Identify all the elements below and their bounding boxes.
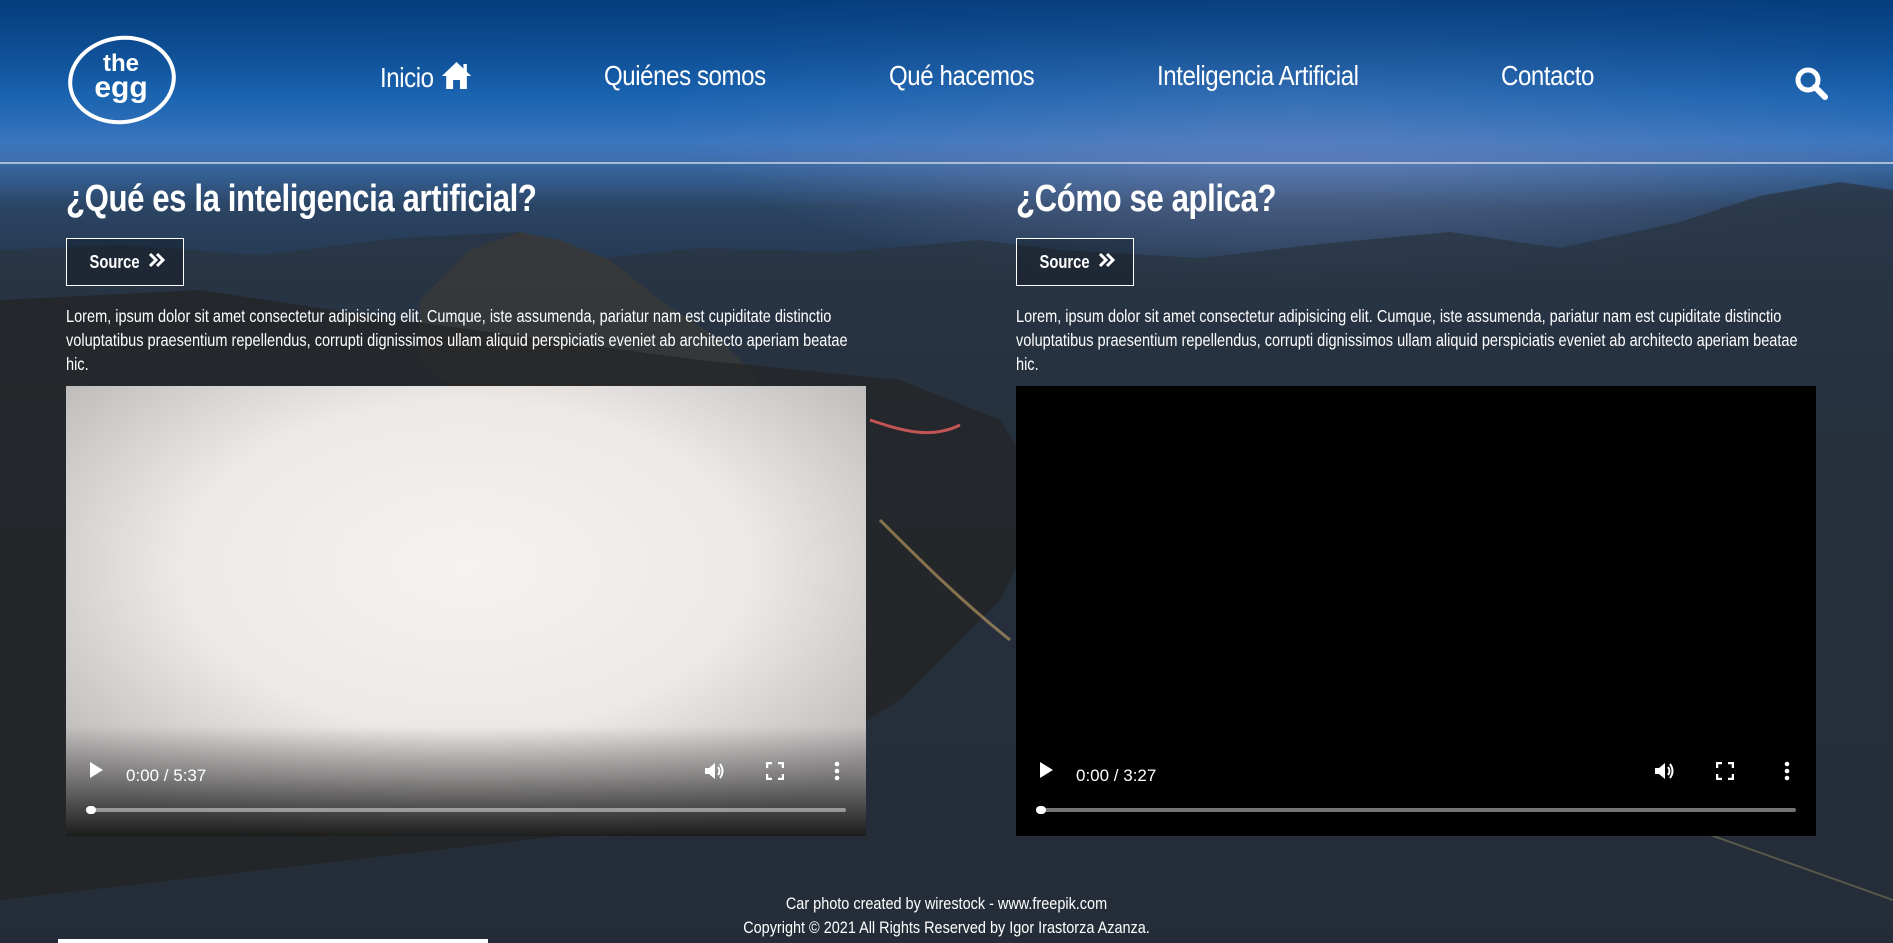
footer-copyright: Copyright © 2021 All Rights Reserved by … <box>743 918 1150 937</box>
nav-item-quienes-somos[interactable]: Quiénes somos <box>604 60 766 92</box>
nav-item-inteligencia-artificial[interactable]: Inteligencia Artificial <box>1157 60 1359 92</box>
volume-icon <box>1655 763 1674 779</box>
nav-item-contacto[interactable]: Contacto <box>1501 60 1594 92</box>
search-button[interactable] <box>1794 66 1828 100</box>
play-icon <box>90 762 103 778</box>
play-icon <box>1040 762 1053 778</box>
play-button[interactable] <box>88 761 104 784</box>
volume-button[interactable] <box>704 761 726 786</box>
section-title: ¿Cómo se aplica? <box>1016 178 1277 220</box>
home-icon <box>441 60 474 97</box>
source-button[interactable]: Source <box>1016 238 1134 286</box>
source-button-label: Source <box>89 251 141 272</box>
section-description: Lorem, ipsum dolor sit amet consectetur … <box>1016 306 1798 374</box>
more-vertical-icon <box>834 761 840 781</box>
video-progress-bar[interactable] <box>86 806 846 814</box>
progress-handle[interactable] <box>1036 806 1046 814</box>
nav-item-que-hacemos[interactable]: Qué hacemos <box>889 60 1035 92</box>
fullscreen-button[interactable] <box>1715 761 1735 785</box>
video-time: 0:00 / 5:37 <box>126 766 207 785</box>
double-chevron-right-icon <box>1098 252 1116 273</box>
logo-text-egg: egg <box>94 71 148 104</box>
more-vertical-icon <box>1784 761 1790 781</box>
play-button[interactable] <box>1038 761 1054 784</box>
video-player[interactable]: 0:00 / 5:37 <box>66 386 866 836</box>
section-description: Lorem, ipsum dolor sit amet consectetur … <box>66 306 848 374</box>
double-chevron-right-icon <box>148 252 166 273</box>
fullscreen-icon <box>1715 761 1735 781</box>
nav-item-label: Inicio <box>380 62 434 93</box>
site-footer: Car photo created by wirestock - www.fre… <box>0 892 1893 940</box>
fullscreen-button[interactable] <box>765 761 785 785</box>
video-progress-bar[interactable] <box>1036 806 1796 814</box>
more-options-button[interactable] <box>834 761 840 786</box>
section-que-es-ia: ¿Qué es la inteligencia artificial? Sour… <box>66 178 866 836</box>
source-button[interactable]: Source <box>66 238 184 286</box>
section-como-se-aplica: ¿Cómo se aplica? Source Lorem, ipsum dol… <box>1016 178 1816 836</box>
section-title: ¿Qué es la inteligencia artificial? <box>66 178 537 220</box>
video-player[interactable]: 0:00 / 3:27 <box>1016 386 1816 836</box>
search-icon <box>1795 67 1828 100</box>
video-time: 0:00 / 3:27 <box>1076 766 1157 785</box>
footer-credit: Car photo created by wirestock - www.fre… <box>785 894 1108 913</box>
nav-item-inicio[interactable]: Inicio <box>380 60 473 97</box>
volume-button[interactable] <box>1654 761 1676 786</box>
more-options-button[interactable] <box>1784 761 1790 786</box>
logo[interactable]: the egg <box>66 34 178 126</box>
volume-icon <box>705 763 724 779</box>
source-button-label: Source <box>1039 251 1091 272</box>
site-header: the egg Inicio Quiénes somos Qué hacemos… <box>0 0 1893 164</box>
fullscreen-icon <box>765 761 785 781</box>
bottom-accent-bar <box>58 939 488 943</box>
progress-handle[interactable] <box>86 806 96 814</box>
